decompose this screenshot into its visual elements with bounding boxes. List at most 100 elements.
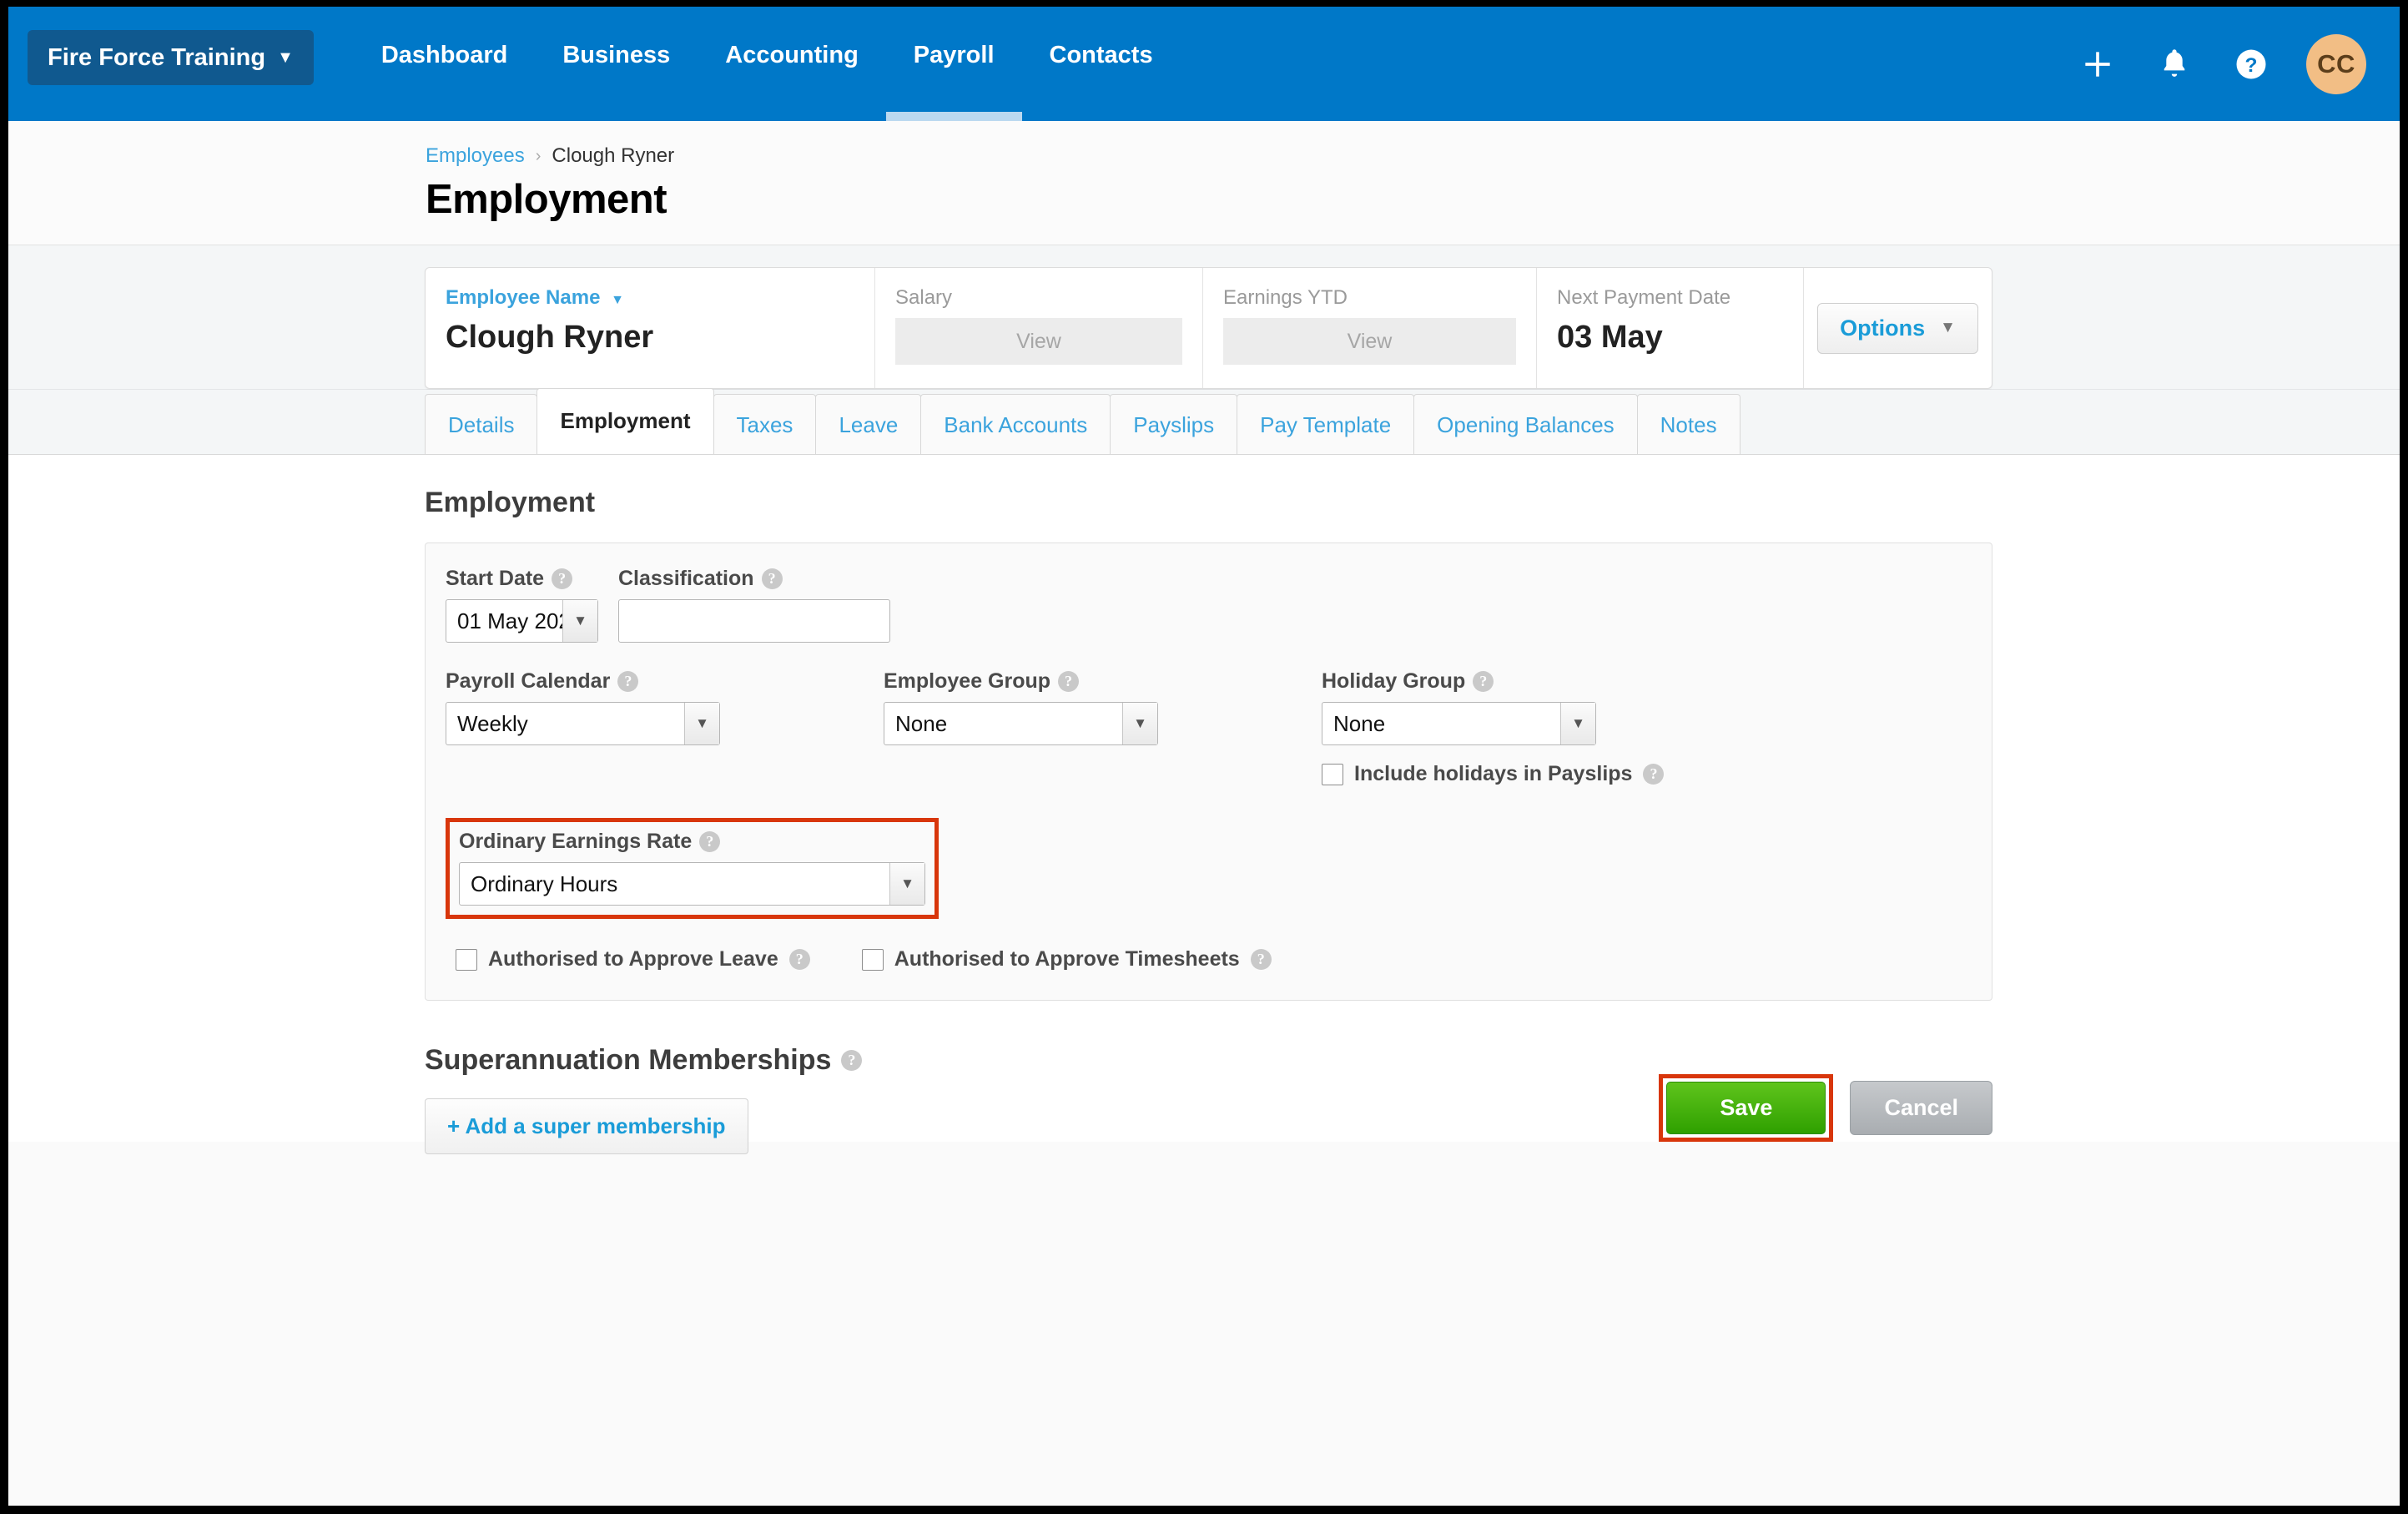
ordinary-earnings-rate-select[interactable]: Ordinary Hours ▼: [459, 862, 925, 906]
chevron-down-icon: ▼: [611, 293, 624, 307]
breadcrumb-separator-icon: ›: [535, 146, 542, 165]
nav-item-contacts[interactable]: Contacts: [1022, 7, 1181, 121]
help-icon[interactable]: ?: [761, 568, 783, 589]
approve-timesheets-label: Authorised to Approve Timesheets: [894, 947, 1240, 971]
next-payment-date-value: 03 May: [1557, 320, 1663, 355]
employment-section-title: Employment: [425, 487, 596, 518]
tab-opening-balances[interactable]: Opening Balances: [1413, 394, 1638, 454]
help-icon[interactable]: ?: [1250, 949, 1272, 970]
tab-payslips[interactable]: Payslips: [1110, 394, 1238, 454]
start-date-field-group: Start Date ? 01 May 2021 ▼: [446, 567, 598, 643]
help-icon[interactable]: ?: [2229, 43, 2273, 86]
save-button[interactable]: Save: [1666, 1082, 1826, 1134]
chevron-down-icon: ▼: [1122, 703, 1157, 744]
help-icon[interactable]: ?: [552, 568, 573, 589]
ordinary-earnings-rate-value: Ordinary Hours: [471, 871, 618, 896]
holiday-group-value: None: [1333, 710, 1386, 736]
summary-earnings-ytd: Earnings YTD View: [1202, 268, 1536, 388]
tab-details[interactable]: Details: [425, 394, 538, 454]
approve-leave-row: Authorised to Approve Leave ?: [456, 947, 810, 971]
help-icon[interactable]: ?: [617, 671, 639, 692]
employee-summary-strip: Employee Name ▼ Clough Ryner Salary View…: [8, 245, 2400, 390]
approve-timesheets-checkbox[interactable]: [861, 948, 884, 971]
employee-name-value: Clough Ryner: [446, 320, 654, 355]
options-button[interactable]: Options ▼: [1817, 302, 1978, 354]
next-payment-date-label: Next Payment Date: [1557, 286, 1731, 309]
start-date-label-row: Start Date ?: [446, 567, 598, 591]
nav-actions: ? CC: [2076, 7, 2400, 121]
svg-text:?: ?: [2245, 54, 2258, 77]
tab-taxes[interactable]: Taxes: [713, 394, 817, 454]
superannuation-section-title-row: Superannuation Memberships ?: [425, 1001, 2400, 1077]
form-row-2: Payroll Calendar ? Weekly ▼ Employee Gro…: [446, 669, 1972, 786]
ordinary-earnings-rate-label-row: Ordinary Earnings Rate ?: [459, 830, 925, 854]
earnings-ytd-view-button[interactable]: View: [1223, 318, 1516, 365]
holiday-group-label-row: Holiday Group ?: [1322, 669, 1596, 694]
tab-bank-accounts[interactable]: Bank Accounts: [920, 394, 1111, 454]
nav-item-business[interactable]: Business: [535, 7, 698, 121]
avatar[interactable]: CC: [2306, 33, 2366, 94]
help-icon[interactable]: ?: [1058, 671, 1080, 692]
top-navigation-bar: Fire Force Training ▼ Dashboard Business…: [8, 7, 2400, 121]
cancel-button[interactable]: Cancel: [1850, 1081, 1992, 1135]
employee-name-dropdown-label: Employee Name: [446, 286, 601, 309]
payroll-calendar-label-row: Payroll Calendar ?: [446, 669, 720, 694]
employee-summary-card: Employee Name ▼ Clough Ryner Salary View…: [425, 267, 1992, 389]
start-date-value: 01 May 2021: [457, 608, 562, 633]
ordinary-earnings-rate-highlight: Ordinary Earnings Rate ? Ordinary Hours …: [446, 818, 939, 919]
nav-item-payroll[interactable]: Payroll: [885, 7, 1022, 121]
employee-name-dropdown[interactable]: Employee Name ▼: [446, 286, 854, 310]
nav-item-dashboard[interactable]: Dashboard: [354, 7, 535, 121]
breadcrumb-current: Clough Ryner: [552, 144, 675, 167]
help-icon[interactable]: ?: [1473, 671, 1494, 692]
chevron-down-icon: ▼: [684, 703, 719, 744]
start-date-label: Start Date: [446, 567, 545, 590]
plus-icon[interactable]: [2076, 43, 2119, 86]
bell-icon[interactable]: [2153, 43, 2196, 86]
approve-leave-checkbox[interactable]: [456, 948, 477, 971]
primary-nav-links: Dashboard Business Accounting Payroll Co…: [354, 7, 1181, 121]
chevron-down-icon: ▼: [562, 600, 597, 642]
help-icon[interactable]: ?: [699, 831, 721, 852]
org-switcher-button[interactable]: Fire Force Training ▼: [28, 30, 314, 85]
breadcrumb-employees-link[interactable]: Employees: [426, 144, 525, 168]
employment-form-panel: Start Date ? 01 May 2021 ▼ Classificatio…: [425, 543, 1992, 1001]
tab-leave[interactable]: Leave: [815, 394, 922, 454]
employee-group-select[interactable]: None ▼: [884, 702, 1158, 745]
holiday-group-select[interactable]: None ▼: [1322, 702, 1596, 745]
ordinary-earnings-rate-label: Ordinary Earnings Rate: [459, 830, 693, 853]
authorisation-row: Authorised to Approve Leave ? Authorised…: [446, 947, 1972, 971]
form-row-1: Start Date ? 01 May 2021 ▼ Classificatio…: [446, 567, 1972, 643]
chevron-down-icon: ▼: [889, 863, 924, 905]
help-icon[interactable]: ?: [1643, 764, 1665, 785]
options-button-label: Options: [1840, 315, 1926, 341]
payroll-calendar-value: Weekly: [457, 710, 528, 736]
classification-label-row: Classification ?: [618, 567, 890, 591]
superannuation-section-title: Superannuation Memberships: [425, 1044, 832, 1076]
approve-timesheets-row: Authorised to Approve Timesheets ?: [861, 947, 1272, 971]
tab-pay-template[interactable]: Pay Template: [1237, 394, 1415, 454]
chevron-down-icon: ▼: [277, 48, 294, 67]
tab-employment[interactable]: Employment: [537, 388, 714, 454]
classification-input[interactable]: [618, 599, 890, 643]
salary-view-button[interactable]: View: [895, 318, 1182, 365]
help-icon[interactable]: ?: [788, 949, 810, 970]
summary-salary: Salary View: [874, 268, 1202, 388]
payroll-calendar-label: Payroll Calendar: [446, 669, 611, 693]
holiday-group-field-group: Holiday Group ? None ▼ Include holidays …: [1322, 669, 1665, 786]
employee-group-value: None: [895, 710, 948, 736]
employee-group-label-row: Employee Group ?: [884, 669, 1158, 694]
breadcrumb: Employees › Clough Ryner: [426, 144, 2400, 168]
include-holidays-checkbox[interactable]: [1322, 763, 1343, 785]
help-icon[interactable]: ?: [841, 1050, 863, 1071]
tab-notes[interactable]: Notes: [1636, 394, 1741, 454]
employee-tab-bar: Details Employment Taxes Leave Bank Acco…: [8, 388, 2400, 455]
nav-item-accounting[interactable]: Accounting: [698, 7, 886, 121]
payroll-calendar-select[interactable]: Weekly ▼: [446, 702, 720, 745]
start-date-select[interactable]: 01 May 2021 ▼: [446, 599, 598, 643]
payroll-calendar-field-group: Payroll Calendar ? Weekly ▼: [446, 669, 720, 786]
employee-group-field-group: Employee Group ? None ▼: [884, 669, 1158, 786]
classification-field-group: Classification ?: [618, 567, 890, 643]
chevron-down-icon: ▼: [1560, 703, 1595, 744]
holiday-group-label: Holiday Group: [1322, 669, 1466, 693]
